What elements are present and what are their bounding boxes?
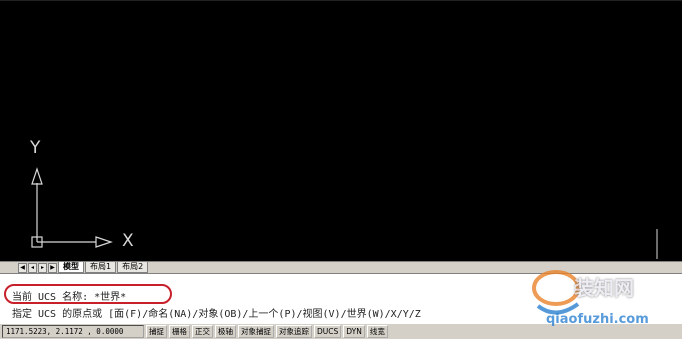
grid-toggle[interactable]: 栅格	[169, 325, 190, 338]
lineweight-toggle[interactable]: 线宽	[366, 325, 388, 338]
otrack-toggle[interactable]: 对象追踪	[276, 325, 312, 338]
watermark-url: qiaofuzhi.com	[546, 312, 649, 327]
ucs-y-label: Y	[30, 138, 41, 158]
coordinate-readout: 1171.5223, 2.1172 , 0.0000	[2, 325, 144, 338]
command-history-line: 当前 UCS 名称: *世界*	[12, 292, 127, 303]
tab-layout1[interactable]: 布局1	[85, 262, 117, 273]
snap-toggle[interactable]: 捕捉	[146, 325, 167, 338]
ucs-icon	[31, 167, 658, 259]
drawing-canvas[interactable]: Y X	[0, 0, 682, 261]
tab-layout2[interactable]: 布局2	[117, 262, 149, 273]
ucs-x-label: X	[122, 231, 134, 251]
last-tab-icon[interactable]: ▶	[48, 262, 57, 273]
osnap-toggle[interactable]: 对象捕捉	[238, 325, 274, 338]
site-watermark: 装知网 qiaofuzhi.com	[516, 258, 676, 338]
first-tab-icon[interactable]: ◀	[18, 262, 27, 273]
ortho-toggle[interactable]: 正交	[192, 325, 213, 338]
polar-toggle[interactable]: 极轴	[215, 325, 236, 338]
watermark-title: 装知网	[574, 276, 634, 300]
prev-tab-icon[interactable]: ◂	[28, 262, 37, 273]
command-prompt-line[interactable]: 指定 UCS 的原点或 [面(F)/命名(NA)/对象(OB)/上一个(P)/视…	[12, 305, 421, 320]
next-tab-icon[interactable]: ▸	[38, 262, 47, 273]
dyn-toggle[interactable]: DYN	[343, 325, 365, 338]
tab-model[interactable]: 模型	[58, 262, 84, 273]
ducs-toggle[interactable]: DUCS	[314, 325, 342, 338]
